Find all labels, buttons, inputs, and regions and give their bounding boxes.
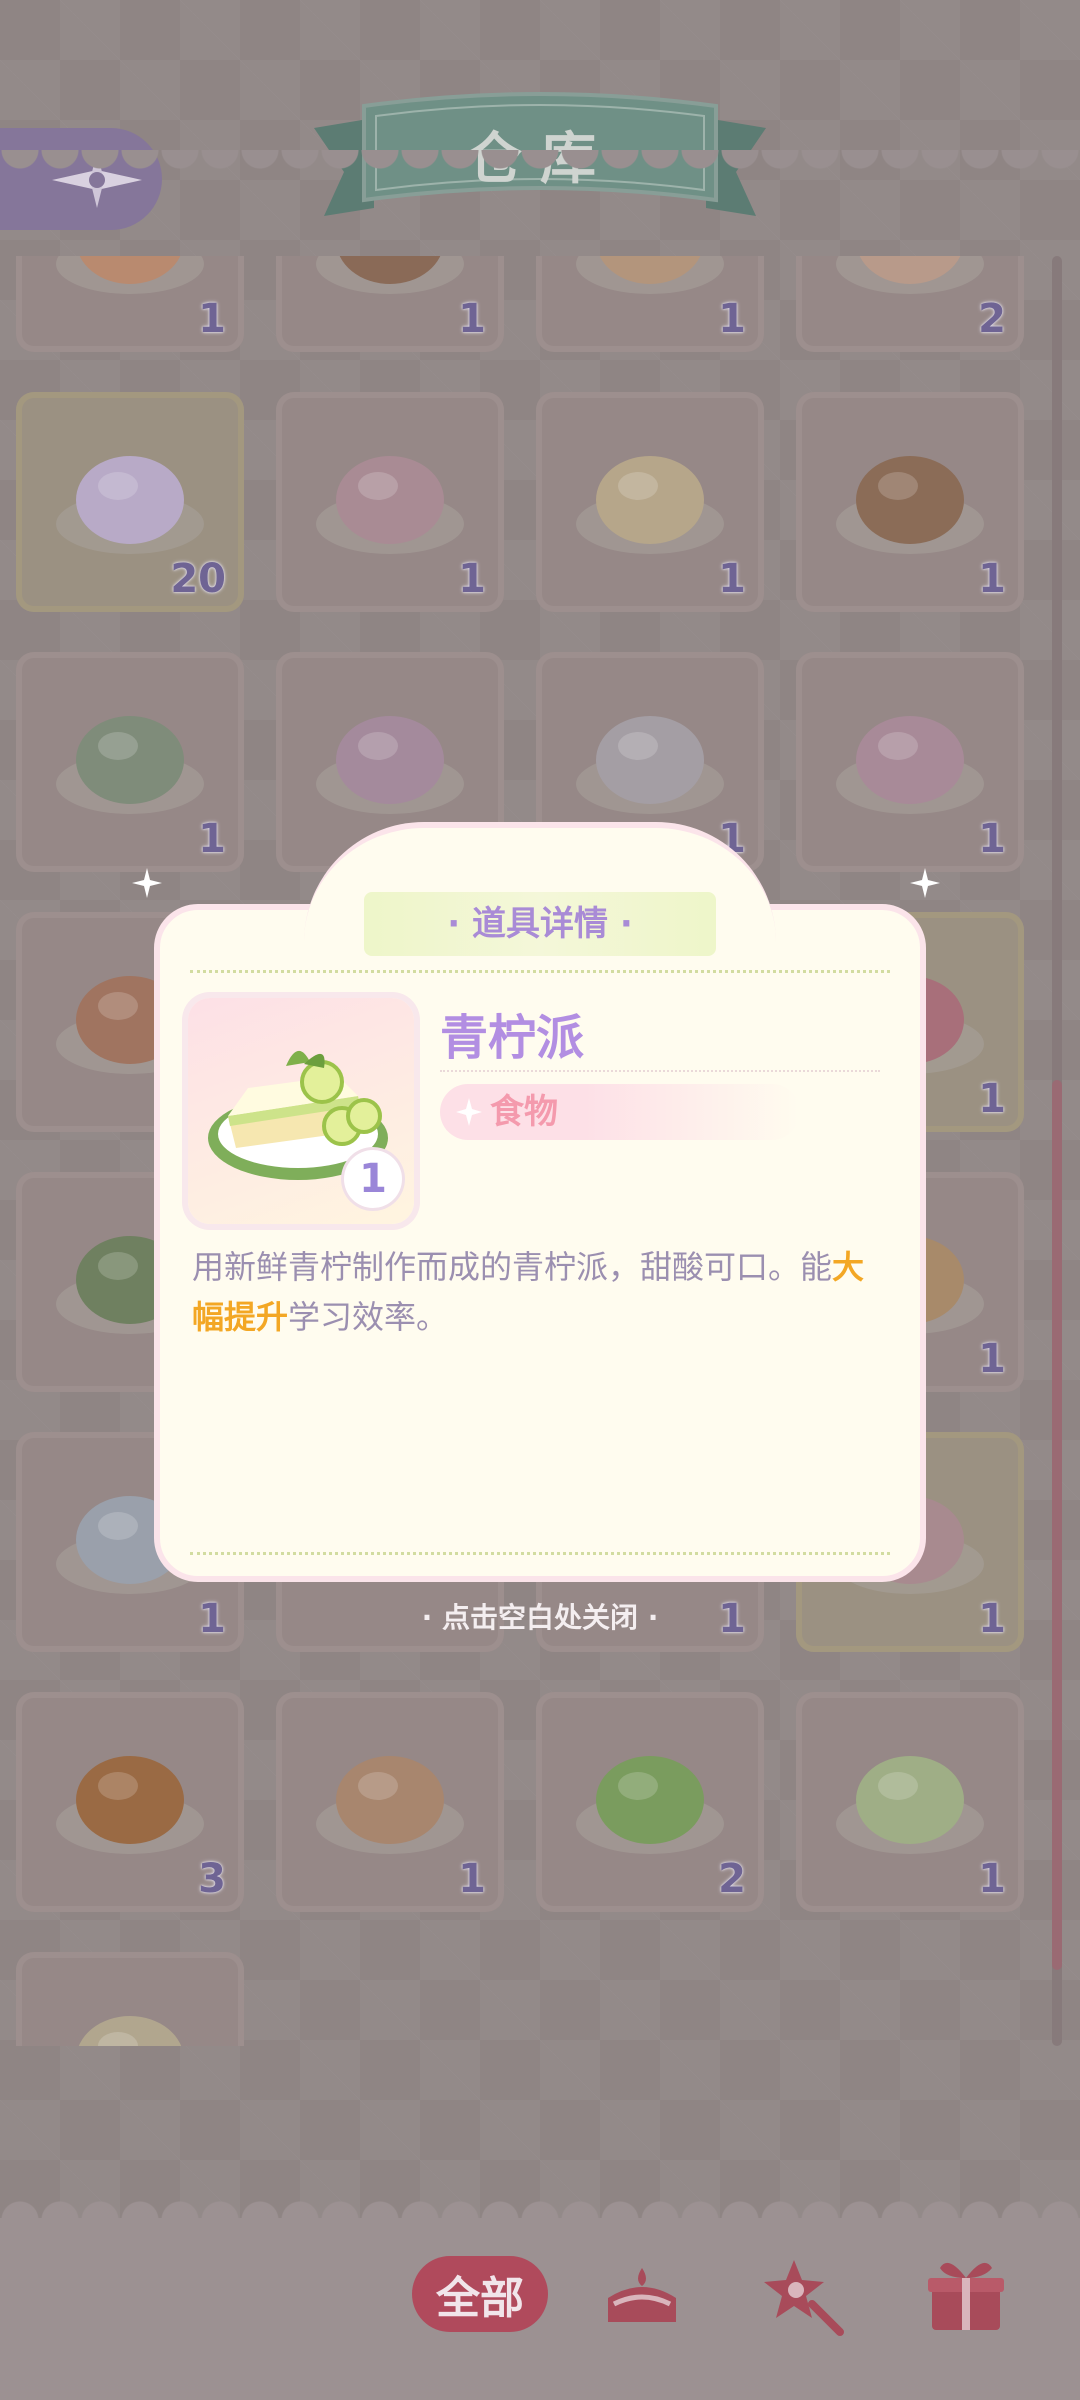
pizza-plate-icon (48, 256, 212, 304)
item-count-badge: 1 (344, 1150, 402, 1208)
item-count: 2 (718, 1856, 746, 1902)
hotdog-icon (308, 1724, 472, 1864)
paper-crane-icon (48, 424, 212, 564)
fish-icon (828, 424, 992, 564)
close-hint[interactable]: · 点击空白处关闭 · (0, 1596, 1080, 1636)
category-tag: 食物 (440, 1084, 800, 1140)
divider (190, 1552, 890, 1555)
plate-icon (48, 1984, 212, 2046)
item-detail-dialog[interactable]: · 道具详情 · 1 青柠派 食物 用新鲜青柠制作而成的青柠派，甜酸可口。能大幅… (132, 822, 940, 1582)
divider (440, 1070, 880, 1072)
inventory-slot[interactable]: 1 (16, 256, 244, 352)
art-book-icon (828, 684, 992, 824)
inventory-slot[interactable]: 1 (796, 392, 1024, 612)
item-count: 2 (978, 296, 1006, 342)
item-count: 1 (198, 296, 226, 342)
item-count: 1 (978, 1856, 1006, 1902)
mirror-icon (308, 684, 472, 824)
inventory-slot[interactable]: 1 (276, 1692, 504, 1912)
sparkle-icon (132, 868, 162, 898)
gift-tab-icon[interactable] (918, 2246, 1014, 2342)
item-count: 1 (718, 296, 746, 342)
scrollbar-thumb[interactable] (1052, 1080, 1062, 1970)
item-count: 1 (978, 1076, 1006, 1122)
sparkle-icon (456, 1098, 482, 1126)
scroll-roll-icon (308, 256, 472, 304)
header-scallop (0, 150, 1080, 180)
tab-all[interactable]: 全部 (412, 2256, 548, 2332)
inventory-slot[interactable]: 3 (16, 1692, 244, 1912)
scissors-icon (48, 684, 212, 824)
cake-tab-icon[interactable] (594, 2246, 690, 2342)
inventory-slot[interactable] (16, 1952, 244, 2046)
dialog-title: · 道具详情 · (447, 904, 633, 944)
bottom-scallop (0, 2190, 1080, 2220)
item-count: 1 (978, 816, 1006, 862)
divider (190, 970, 890, 973)
sandwich-plate-icon (568, 256, 732, 304)
category-label: 食物 (490, 1092, 558, 1132)
inventory-slot[interactable]: 2 (536, 1692, 764, 1912)
inventory-slot[interactable]: 1 (796, 1692, 1024, 1912)
dialog-title-ribbon: · 道具详情 · (364, 892, 716, 956)
item-count: 1 (458, 1856, 486, 1902)
inventory-slot[interactable]: 2 (796, 256, 1024, 352)
item-count: 1 (978, 556, 1006, 602)
broth-bowl-icon (568, 424, 732, 564)
wrap-icon (568, 1724, 732, 1864)
newspaper-icon (568, 684, 732, 824)
item-count: 1 (458, 556, 486, 602)
item-count: 1 (718, 556, 746, 602)
inventory-slot[interactable]: 1 (276, 256, 504, 352)
inventory-slot[interactable]: 1 (536, 392, 764, 612)
item-description: 用新鲜青柠制作而成的青柠派，甜酸可口。能大幅提升学习效率。 (192, 1242, 892, 1342)
puzzle-ticket-icon (308, 424, 472, 564)
item-count: 1 (458, 296, 486, 342)
item-count: 1 (978, 1336, 1006, 1382)
inventory-slot[interactable]: 1 (276, 392, 504, 612)
description-text: 学习效率。 (288, 1298, 449, 1336)
soup-bowl-icon (828, 256, 992, 304)
item-count: 20 (170, 556, 226, 602)
item-name: 青柠派 (440, 1010, 585, 1066)
wand-tab-icon[interactable] (756, 2246, 852, 2342)
description-text: 用新鲜青柠制作而成的青柠派，甜酸可口。能 (192, 1248, 833, 1286)
sparkle-icon (910, 868, 940, 898)
item-count: 3 (198, 1856, 226, 1902)
inventory-slot[interactable]: 20 (16, 392, 244, 612)
lime-pie-icon (828, 1724, 992, 1864)
inventory-slot[interactable]: 1 (536, 256, 764, 352)
fried-chicken-icon (48, 1724, 212, 1864)
